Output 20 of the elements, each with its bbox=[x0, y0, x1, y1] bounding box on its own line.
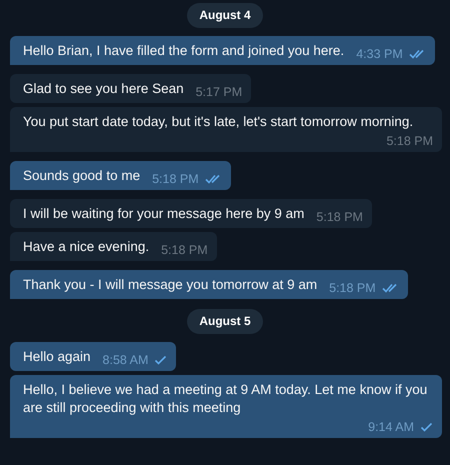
message-time: 4:33 PM bbox=[356, 46, 403, 62]
message-text: Glad to see you here Sean bbox=[23, 80, 184, 98]
message-time: 5:18 PM bbox=[161, 242, 208, 258]
message-time: 5:17 PM bbox=[196, 84, 242, 100]
date-label: August 4 bbox=[187, 3, 263, 28]
message-text: Sounds good to me bbox=[23, 167, 140, 185]
date-label: August 5 bbox=[187, 309, 263, 334]
message-text: Hello Brian, I have filled the form and joined you here. bbox=[23, 42, 344, 60]
message-time: 5:18 PM bbox=[152, 171, 199, 187]
message-text: I will be waiting for your message here by 9 am bbox=[23, 205, 304, 223]
message-text: Thank you - I will message you tomorrow at 9 am bbox=[23, 276, 318, 294]
message-text: Hello, I believe we had a meeting at 9 AM today. Let me know if you are still proceeding with this meeting bbox=[23, 381, 428, 417]
message-time: 9:14 AM bbox=[368, 419, 414, 435]
message-text: You put start date today, but it's late, let's start tomorrow morning. bbox=[23, 113, 414, 131]
message-time: 5:18 PM bbox=[316, 209, 363, 225]
message-text: Have a nice evening. bbox=[23, 238, 150, 256]
message-text: Hello again bbox=[23, 348, 91, 366]
message-time: 5:18 PM bbox=[329, 280, 376, 296]
message-time: 5:18 PM bbox=[386, 133, 433, 149]
message-time: 8:58 AM bbox=[102, 352, 148, 368]
